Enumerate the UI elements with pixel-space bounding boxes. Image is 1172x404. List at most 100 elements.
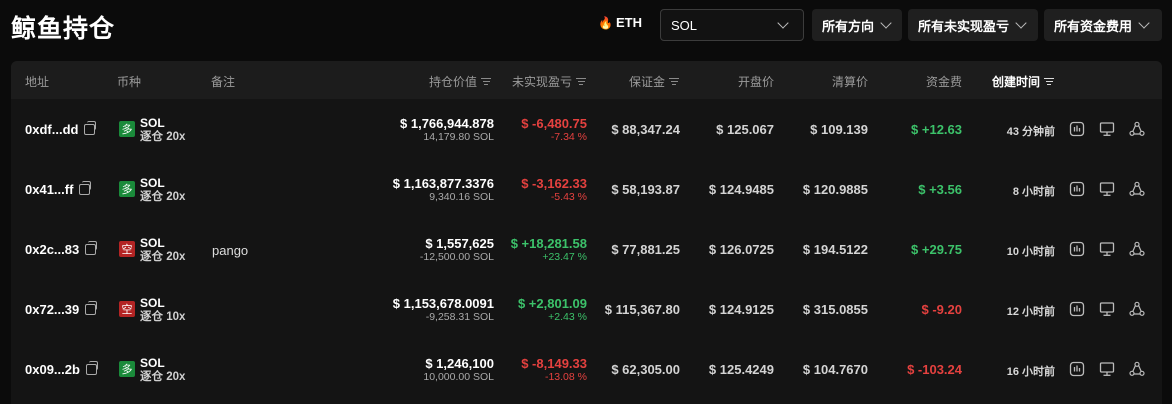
row-address[interactable]: 0x09...2b [25,361,98,377]
hot-coin-eth[interactable]: 🔥 ETH [598,15,642,30]
coin-symbol: SOL [140,356,165,370]
table-header: 地址 币种 备注 持仓价值 未实现盈亏 保证金 开盘价 清算价 资金费 创建时间 [11,61,1162,99]
liq-price-text: $ 109.139 [810,122,868,137]
header-upnl-label: 未实现盈亏 [511,75,572,89]
entry-price-text: $ 126.0725 [708,242,774,257]
copy-icon[interactable] [85,241,98,255]
side-badge: 多 [119,121,135,137]
liq-price-text: $ 104.7670 [802,362,868,377]
size-text: 14,179.80 SOL [423,131,494,143]
coin-info: SOL 逐仓 20x [140,176,185,204]
table-row[interactable]: 0x09...2b 多 SOL 逐仓 20x $ 1,246,100 10,00… [11,339,1162,399]
monitor-icon[interactable] [1099,361,1115,377]
row-address[interactable]: 0x41...ff [25,181,92,197]
coin-info: SOL 逐仓 20x [140,356,185,384]
share-icon[interactable] [1129,301,1145,317]
value-text: $ 1,557,625 [425,236,494,251]
funding-text: $ +3.56 [918,182,962,197]
unrealized-pnl: $ +2,801.09 +2.43 % [518,296,587,323]
share-icon[interactable] [1129,241,1145,257]
address-text: 0x72...39 [25,302,80,317]
created-time-text: 43 分钟前 [1006,126,1055,138]
header-value-label: 持仓价值 [428,75,477,89]
upnl-text: $ -6,480.75 [521,116,587,131]
table-row[interactable]: 0xdf...dd 多 SOL 逐仓 20x $ 1,766,944.878 1… [11,99,1162,159]
funding-select[interactable]: 所有资金费用 [1044,9,1162,41]
sort-icon [669,77,679,86]
copy-icon[interactable] [84,121,97,135]
chart-icon[interactable] [1069,241,1085,257]
funding-text: $ +29.75 [911,242,962,257]
row-address[interactable]: 0xdf...dd [25,121,97,137]
upnl-pct-text: -5.43 % [550,191,587,203]
header-value[interactable]: 持仓价值 [429,73,491,90]
leverage-text: 逐仓 20x [140,251,186,263]
sort-icon [481,77,491,86]
chevron-down-icon [1138,17,1150,29]
header-note: 备注 [211,75,236,89]
share-icon[interactable] [1129,181,1145,197]
chart-icon[interactable] [1069,121,1085,137]
leverage-text: 逐仓 20x [140,131,186,143]
sort-icon [576,77,586,86]
table-row[interactable]: 0x41...ff 多 SOL 逐仓 20x $ 1,163,877.3376 … [11,159,1162,219]
monitor-icon[interactable] [1099,241,1115,257]
upnl-text: $ +2,801.09 [517,296,587,311]
address-text: 0x2c...83 [25,242,80,257]
row-address[interactable]: 0x2c...83 [25,241,98,257]
chevron-down-icon [880,17,892,29]
margin-text: $ 115,367.80 [604,302,680,317]
copy-icon[interactable] [79,181,92,195]
funding-text: $ +12.63 [911,122,962,137]
header-margin[interactable]: 保证金 [629,73,679,90]
pnl-select-value: 所有未实现盈亏 [918,18,1010,34]
hot-coin-label: ETH [615,15,642,30]
pnl-select[interactable]: 所有未实现盈亏 [908,9,1038,41]
entry-price-text: $ 124.9485 [708,182,774,197]
positions-table: 地址 币种 备注 持仓价值 未实现盈亏 保证金 开盘价 清算价 资金费 创建时间… [11,61,1162,404]
liq-price-text: $ 315.0855 [802,302,868,317]
monitor-icon[interactable] [1099,121,1115,137]
funding-select-value: 所有资金费用 [1054,18,1133,34]
monitor-icon[interactable] [1099,181,1115,197]
upnl-pct-text: +2.43 % [548,311,587,323]
direction-select[interactable]: 所有方向 [812,9,902,41]
size-text: -12,500.00 SOL [419,251,494,263]
table-row[interactable]: 0x2c...83 空 SOL 逐仓 20x pango $ 1,557,625… [11,219,1162,279]
position-value: $ 1,557,625 -12,500.00 SOL [420,236,494,263]
upnl-pct-text: -7.34 % [550,131,587,143]
position-value: $ 1,153,678.0091 -9,258.31 SOL [393,296,494,323]
unrealized-pnl: $ +18,281.58 +23.47 % [511,236,587,263]
size-text: 10,000.00 SOL [423,371,494,383]
row-address[interactable]: 0x72...39 [25,301,98,317]
copy-icon[interactable] [85,301,98,315]
entry-price-text: $ 125.067 [716,122,774,137]
header-created[interactable]: 创建时间 [992,73,1054,90]
share-icon[interactable] [1129,121,1145,137]
page-title: 鲸鱼持仓 [11,15,116,43]
unrealized-pnl: $ -8,149.33 -13.08 % [521,356,587,383]
leverage-text: 逐仓 10x [140,311,186,323]
address-text: 0x09...2b [25,362,80,377]
entry-price-text: $ 125.4249 [708,362,774,377]
chart-icon[interactable] [1069,301,1085,317]
header-upnl[interactable]: 未实现盈亏 [512,73,586,90]
copy-icon[interactable] [85,361,98,375]
header-margin-label: 保证金 [628,75,665,89]
table-row[interactable]: 0x72...39 空 SOL 逐仓 10x $ 1,153,678.0091 … [11,279,1162,339]
value-text: $ 1,246,100 [425,356,494,371]
size-text: 9,340.16 SOL [429,191,494,203]
size-text: -9,258.31 SOL [425,311,494,323]
margin-text: $ 77,881.25 [611,242,680,257]
chart-icon[interactable] [1069,361,1085,377]
coin-symbol: SOL [140,236,165,250]
coin-select[interactable]: SOL [660,9,804,41]
chart-icon[interactable] [1069,181,1085,197]
side-badge: 多 [119,361,135,377]
monitor-icon[interactable] [1099,301,1115,317]
leverage-text: 逐仓 20x [140,371,186,383]
upnl-text: $ +18,281.58 [510,236,587,251]
position-value: $ 1,163,877.3376 9,340.16 SOL [393,176,494,203]
share-icon[interactable] [1129,361,1145,377]
chevron-down-icon [1015,17,1027,29]
